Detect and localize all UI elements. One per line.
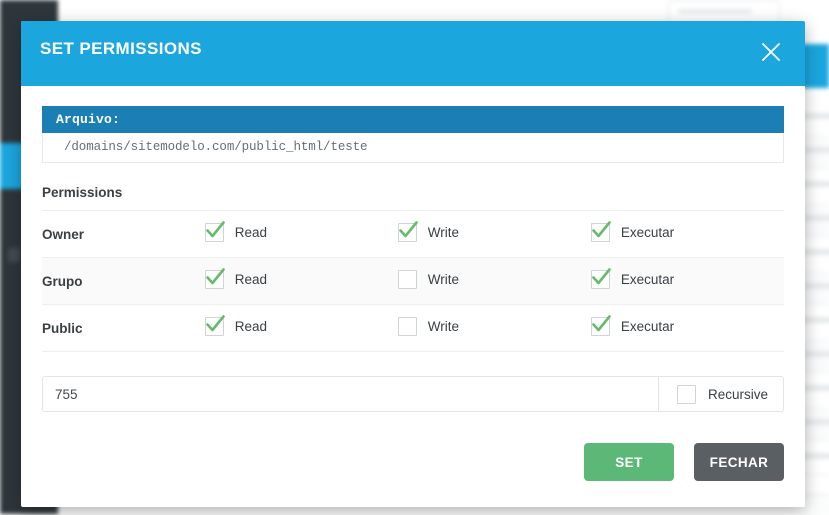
checkbox-recursive[interactable] xyxy=(677,384,696,404)
permission-cell: Read xyxy=(204,211,398,258)
checkbox-label: Write xyxy=(427,225,460,240)
set-permissions-dialog: SET PERMISSIONS Arquivo: /domains/sitemo… xyxy=(21,21,805,507)
checkbox-group-read[interactable]: Read xyxy=(204,268,267,289)
permission-cell: Read xyxy=(204,305,398,352)
checkbox-label: Read xyxy=(234,319,267,334)
permission-cell: Write xyxy=(397,258,591,305)
table-row: Owner Read Write Executar xyxy=(42,210,784,258)
checkbox-box xyxy=(397,270,417,289)
checkbox-box xyxy=(204,315,225,336)
checkbox-box xyxy=(204,268,225,289)
set-button[interactable]: SET xyxy=(584,443,674,481)
file-label: Arquivo: xyxy=(42,106,784,133)
checkbox-box xyxy=(590,315,611,336)
checkbox-owner-write[interactable]: Write xyxy=(397,221,460,242)
close-icon[interactable] xyxy=(754,35,788,69)
permission-mode-input[interactable] xyxy=(42,376,658,412)
permission-cell: Executar xyxy=(590,258,784,305)
checkbox-group-write[interactable]: Write xyxy=(397,270,460,289)
check-icon xyxy=(205,221,225,238)
check-icon xyxy=(592,221,611,238)
checkbox-label: Executar xyxy=(620,225,675,240)
checkbox-box xyxy=(590,268,611,289)
checkbox-label: Write xyxy=(427,319,460,334)
role-label: Public xyxy=(42,320,83,336)
mode-row: Recursive xyxy=(42,376,784,412)
checkbox-box xyxy=(590,221,611,242)
file-path-value: /domains/sitemodelo.com/public_html/test… xyxy=(42,133,784,163)
checkbox-box xyxy=(397,221,418,242)
permission-cell: Executar xyxy=(590,305,784,352)
checkbox-owner-execute[interactable]: Executar xyxy=(590,221,675,242)
checkbox-label: Read xyxy=(234,225,267,240)
table-row: Public Read Write Executar xyxy=(42,304,784,352)
role-label: Grupo xyxy=(42,273,83,289)
checkbox-label: Executar xyxy=(620,319,675,334)
table-row: Grupo Read Write Executar xyxy=(42,257,784,305)
dialog-body: Arquivo: /domains/sitemodelo.com/public_… xyxy=(21,86,805,412)
dialog-header: SET PERMISSIONS xyxy=(21,21,805,86)
checkbox-public-execute[interactable]: Executar xyxy=(590,315,675,336)
checkbox-public-write[interactable]: Write xyxy=(397,317,460,336)
check-icon xyxy=(592,268,611,285)
permission-cell: Executar xyxy=(590,211,784,258)
check-icon xyxy=(205,315,225,332)
dialog-footer: SET FECHAR xyxy=(21,412,805,507)
permission-cell: Read xyxy=(204,258,398,305)
recursive-group[interactable]: Recursive xyxy=(658,376,784,412)
checkbox-label: Write xyxy=(427,272,460,287)
check-icon xyxy=(398,221,418,238)
permissions-table: Owner Read Write Executar Grupo Read Wri… xyxy=(42,210,784,352)
background-sidebar-item xyxy=(8,248,20,262)
file-path-block: Arquivo: /domains/sitemodelo.com/public_… xyxy=(42,106,784,163)
checkbox-group-execute[interactable]: Executar xyxy=(590,268,675,289)
close-button[interactable]: FECHAR xyxy=(694,443,784,481)
recursive-label: Recursive xyxy=(708,386,769,402)
checkbox-public-read[interactable]: Read xyxy=(204,315,267,336)
dialog-title: SET PERMISSIONS xyxy=(40,39,202,58)
check-icon xyxy=(205,268,225,285)
permissions-heading: Permissions xyxy=(42,185,123,200)
permission-cell: Write xyxy=(397,211,591,258)
checkbox-owner-read[interactable]: Read xyxy=(204,221,267,242)
checkbox-label: Executar xyxy=(620,272,675,287)
role-label: Owner xyxy=(42,226,85,242)
checkbox-box xyxy=(204,221,225,242)
background-search-placeholder xyxy=(678,9,752,14)
checkbox-label: Read xyxy=(234,272,267,287)
permission-cell: Write xyxy=(397,305,591,352)
checkbox-box xyxy=(397,317,417,336)
check-icon xyxy=(592,315,611,332)
